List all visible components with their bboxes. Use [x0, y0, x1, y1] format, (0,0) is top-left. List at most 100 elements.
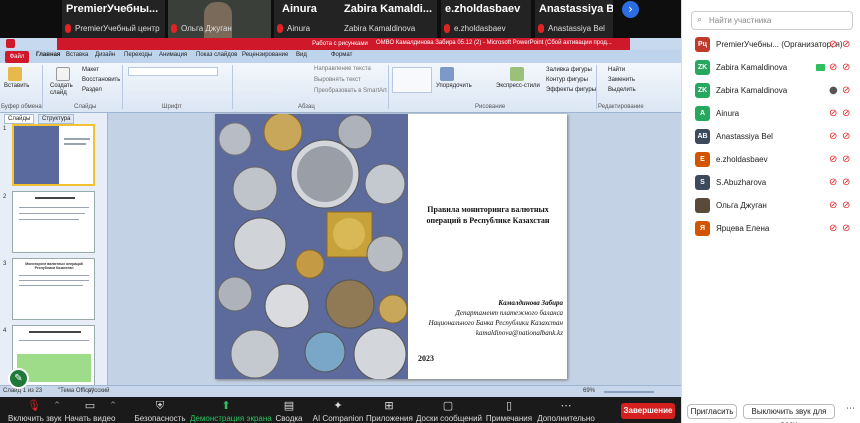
slide-thumbnail[interactable]: Мониторинг валютных операций Республики … — [12, 258, 95, 320]
shape-effects-button[interactable]: Эффекты фигуры — [546, 87, 596, 93]
shapes-gallery[interactable] — [392, 67, 432, 93]
tab-insert[interactable]: Вставка — [66, 52, 88, 58]
video-off-icon[interactable]: ⊘ — [842, 108, 853, 119]
tab-slideshow[interactable]: Показ слайдов — [196, 52, 237, 58]
participant-row[interactable]: ZK Zabira Kamaldinova ⊘ ⊘ — [682, 57, 860, 80]
section-button[interactable]: Раздел — [82, 87, 102, 93]
tab-format[interactable]: Формат — [331, 52, 352, 58]
participant-row[interactable]: Я Ярцева Елена ⊘ ⊘ — [682, 218, 860, 241]
mic-off-icon[interactable]: ⊘ — [829, 62, 838, 73]
participant-row[interactable]: AB Anastassiya Bel ⊘ ⊘ — [682, 126, 860, 149]
font-format-row[interactable] — [128, 81, 278, 90]
participant-row[interactable]: Ольга Джуган ⊘ ⊘ — [682, 195, 860, 218]
video-off-icon[interactable]: ⊘ — [842, 131, 853, 142]
new-slide-icon[interactable] — [56, 67, 70, 81]
select-button[interactable]: Выделить — [608, 87, 636, 93]
paste-icon[interactable] — [8, 67, 22, 81]
invite-button[interactable]: Пригласить — [687, 404, 737, 419]
file-tab[interactable]: Файл — [5, 51, 29, 63]
slide-title[interactable]: Правила мониторинга валютных операций в … — [415, 204, 561, 226]
tab-animation[interactable]: Анимация — [159, 52, 187, 58]
video-tile[interactable]: Anastassiya Bel Anastassiya Bel — [535, 0, 615, 38]
participant-row[interactable]: S S.Abuzharova ⊘ ⊘ — [682, 172, 860, 195]
video-off-icon[interactable]: ⊘ — [842, 85, 853, 96]
arrange-icon[interactable] — [440, 67, 454, 81]
smartart-button[interactable]: Преобразовать в SmartArt — [314, 88, 387, 94]
more-button[interactable]: ⋯ Дополнительно — [536, 397, 596, 423]
apps-button[interactable]: ⊞ Приложения — [366, 397, 413, 423]
ai-companion-button[interactable]: ✦ AI Companion — [312, 397, 364, 423]
text-direction-button[interactable]: Направление текста — [314, 66, 371, 72]
quick-styles-icon[interactable] — [510, 67, 524, 81]
shape-outline-button[interactable]: Контур фигуры — [546, 77, 588, 83]
quick-styles-button[interactable]: Экспресс-стили — [496, 83, 540, 89]
tab-design[interactable]: Дизайн — [95, 52, 115, 58]
mic-off-icon[interactable]: ⊘ — [829, 39, 838, 50]
mic-off-icon[interactable]: ⊘ — [829, 154, 838, 165]
whiteboards-label: Доски сообщений — [416, 414, 483, 423]
end-meeting-button[interactable]: Завершение — [621, 403, 675, 419]
replace-button[interactable]: Заменить — [608, 77, 635, 83]
unmute-button[interactable]: 🎙 Включить звук ^ — [8, 397, 61, 423]
video-tile[interactable]: Zabira Kamaldi... Zabira Kamaldinova — [340, 0, 439, 38]
slide-thumbnail[interactable] — [12, 124, 95, 186]
paste-button[interactable]: Вставить — [4, 83, 29, 89]
mic-off-icon[interactable]: ⊘ — [829, 200, 838, 211]
font-name-box[interactable] — [128, 67, 218, 76]
thumb-text — [19, 280, 89, 281]
find-button[interactable]: Найти — [608, 67, 625, 73]
share-screen-button[interactable]: ⬆ Демонстрация экрана — [190, 397, 272, 423]
video-off-icon[interactable]: ⊘ — [842, 39, 853, 50]
mic-off-icon[interactable]: ⊘ — [829, 223, 838, 234]
tab-review[interactable]: Рецензирование — [242, 52, 288, 58]
align-text-button[interactable]: Выровнять текст — [314, 77, 361, 83]
video-off-icon[interactable]: ⊘ — [842, 200, 853, 211]
video-off-icon[interactable]: ⊘ — [842, 62, 853, 73]
layout-button[interactable]: Макет — [82, 67, 99, 73]
mic-off-icon[interactable]: ⊘ — [829, 131, 838, 142]
tab-transitions[interactable]: Переходы — [124, 52, 152, 58]
zoom-level[interactable]: 69% — [583, 388, 595, 394]
chevron-up-icon[interactable]: ^ — [54, 401, 60, 409]
mic-off-icon[interactable]: ⊘ — [829, 177, 838, 188]
participant-row[interactable]: Рц PremierУчебны... (Организатор, я) ⊘ ⊘ — [682, 34, 860, 57]
mute-all-button[interactable]: Выключить звук для всех — [743, 404, 835, 423]
security-button[interactable]: ⛨ Безопасность — [134, 397, 186, 423]
start-video-button[interactable]: ▭ Начать видео ^ — [64, 397, 116, 423]
arrange-button[interactable]: Упорядочить — [436, 83, 472, 90]
participant-search-input[interactable]: Найти участника — [691, 11, 853, 30]
more-options-icon[interactable]: ⋯ — [846, 404, 855, 414]
tab-view[interactable]: Вид — [296, 52, 307, 58]
new-slide-button[interactable]: Создать слайд — [50, 83, 74, 97]
video-off-icon[interactable]: ⊘ — [842, 223, 853, 234]
summary-button[interactable]: ▤ Сводка — [272, 397, 306, 423]
coins-picture[interactable] — [215, 114, 408, 379]
video-tile[interactable]: e.zholdasbaev e.zholdasbaev — [441, 0, 533, 38]
video-off-icon[interactable]: ⊘ — [842, 177, 853, 188]
annotate-pen-icon[interactable]: ✎ — [8, 368, 29, 389]
shape-fill-button[interactable]: Заливка фигуры — [546, 67, 592, 73]
reset-button[interactable]: Восстановить — [82, 77, 120, 83]
video-tile[interactable]: Ольга Джуган — [168, 0, 273, 38]
slide-thumbnail[interactable] — [12, 191, 95, 253]
slide-canvas[interactable]: Правила мониторинга валютных операций в … — [215, 114, 567, 379]
divider — [388, 65, 389, 109]
mic-icon[interactable]: ● — [829, 85, 838, 96]
avatar: S — [695, 175, 710, 190]
tab-slides[interactable]: Слайды — [4, 114, 35, 124]
video-off-icon[interactable]: ⊘ — [842, 154, 853, 165]
chevron-right-icon[interactable]: › — [622, 1, 639, 18]
participant-row[interactable]: ZK Zabira Kamaldinova ● ⊘ — [682, 80, 860, 103]
mic-off-icon[interactable]: ⊘ — [829, 108, 838, 119]
notes-button[interactable]: ▯ Примечания — [484, 397, 534, 423]
whiteboards-button[interactable]: ▢ Доски сообщений — [416, 397, 483, 423]
zoom-slider[interactable] — [604, 391, 654, 393]
tab-home[interactable]: Главная — [36, 52, 60, 58]
participant-row[interactable]: E e.zholdasbaev ⊘ ⊘ — [682, 149, 860, 172]
tab-outline[interactable]: Структура — [38, 114, 75, 124]
chevron-up-icon[interactable]: ^ — [110, 401, 116, 409]
slide-author-block[interactable]: Камалдинова Забира Департамент платежног… — [411, 298, 563, 338]
slide-year[interactable]: 2023 — [418, 354, 434, 363]
video-tile[interactable]: PremierУчебны... PremierУчебный центр — [62, 0, 167, 38]
participant-row[interactable]: A Ainura ⊘ ⊘ — [682, 103, 860, 126]
